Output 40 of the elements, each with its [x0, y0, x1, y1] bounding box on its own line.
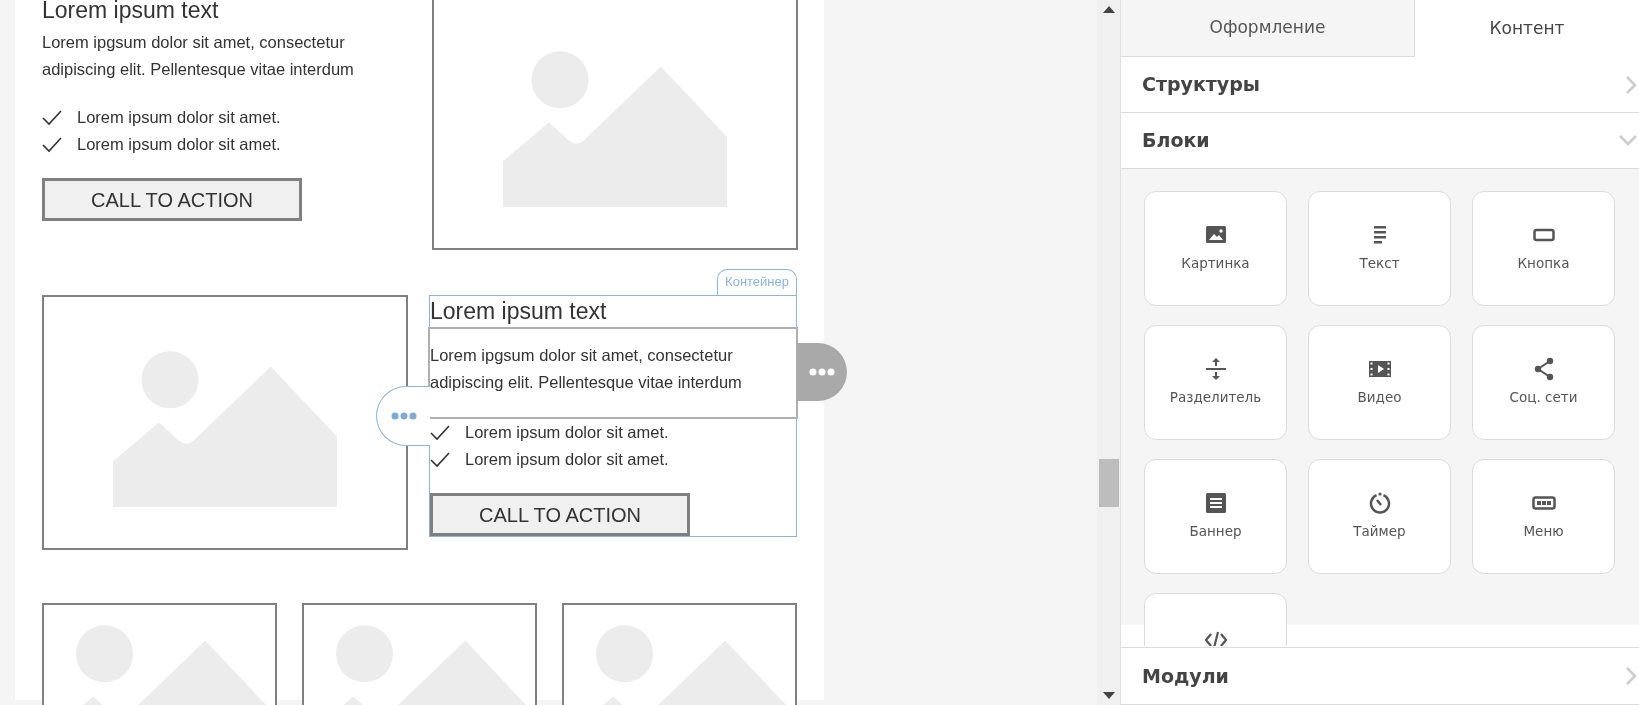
- list-item-text: Lorem ipsum dolor sit amet.: [465, 449, 669, 471]
- list-item-text: Lorem ipsum dolor sit amet.: [77, 107, 281, 129]
- checkmark-icon: [430, 424, 450, 441]
- section-title: Блоки: [1142, 128, 1210, 154]
- scrollbar[interactable]: [1097, 0, 1121, 705]
- list-item-text: Lorem ipsum dolor sit amet.: [465, 422, 669, 444]
- more-icon: [809, 368, 835, 376]
- heading: Lorem ipsum text: [430, 297, 608, 326]
- paragraph: Lorem ipgsum dolor sit amet, consectetur adipiscing elit. Pellentesque vitae interdum: [42, 32, 355, 80]
- accordion-header[interactable]: Структуры: [1121, 57, 1639, 113]
- block-tile[interactable]: Баннер: [1144, 459, 1287, 574]
- heading: Lorem ipsum text: [42, 0, 220, 25]
- block-tile[interactable]: Картинка: [1144, 191, 1287, 306]
- accordion-header[interactable]: Модули: [1121, 647, 1639, 705]
- call-to-action-button[interactable]: CALL TO ACTION: [42, 178, 302, 221]
- scrollbar-thumb[interactable]: [1098, 459, 1119, 507]
- banner-icon: [1203, 491, 1228, 516]
- block-tile[interactable]: Таймер: [1308, 459, 1451, 574]
- checkmark-icon: [42, 109, 62, 126]
- list-item-text: Lorem ipsum dolor sit amet.: [77, 134, 281, 156]
- section-title: Структуры: [1142, 72, 1261, 98]
- checkmark-icon: [42, 136, 62, 153]
- call-to-action-button[interactable]: CALL TO ACTION: [430, 493, 690, 536]
- block-tile[interactable]: Меню: [1472, 459, 1615, 574]
- checkmark-icon: [430, 451, 450, 468]
- block-tile[interactable]: Разделитель: [1144, 325, 1287, 440]
- paragraph: Lorem ipgsum dolor sit amet, consectetur adipiscing elit. Pellentesque vitae interdum: [428, 327, 798, 419]
- block-tile[interactable]: Соц. сети: [1472, 325, 1615, 440]
- block-tile[interactable]: Кнопка: [1472, 191, 1615, 306]
- tab[interactable]: Оформление: [1121, 0, 1415, 57]
- scroll-up-icon[interactable]: [1102, 6, 1115, 13]
- block-tile[interactable]: Видео: [1308, 325, 1451, 440]
- section-title: Модули: [1142, 663, 1229, 689]
- divider-icon: [1203, 357, 1228, 382]
- options-handle[interactable]: [797, 343, 847, 401]
- block-tile[interactable]: Текст: [1308, 191, 1451, 306]
- stopwatch-icon: [1367, 491, 1392, 516]
- selected-container[interactable]: Lorem ipsum text Lorem ipgsum dolor sit amet, consectetur adipiscing elit. Pellentesque vitae interdum Lorem ipsum dolor sit amet. Lorem ipsum dolor sit amet. CALL TO ACTION: [429, 295, 797, 537]
- more-icon: [390, 412, 417, 420]
- scroll-down-icon[interactable]: [1102, 692, 1115, 699]
